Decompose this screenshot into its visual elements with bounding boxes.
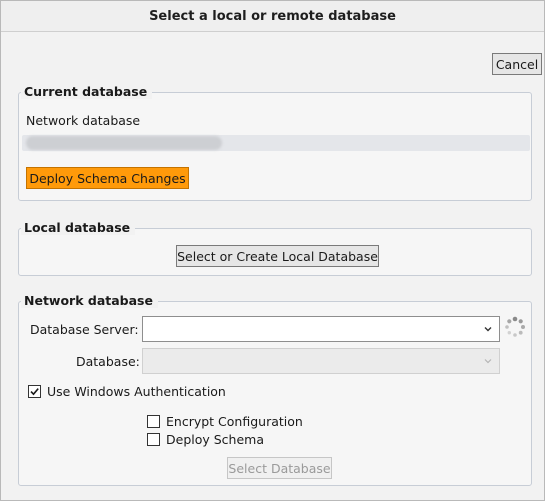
spinner-icon: [505, 316, 525, 337]
encrypt-configuration-option[interactable]: Encrypt Configuration: [147, 414, 303, 429]
deploy-schema-checkbox[interactable]: [147, 433, 160, 446]
database-server-label: Database Server:: [30, 322, 139, 337]
database-label: Database:: [76, 354, 140, 369]
network-database-group-label: Network database: [21, 293, 158, 308]
select-database-button[interactable]: Select Database: [227, 457, 332, 479]
deploy-schema-option[interactable]: Deploy Schema: [147, 432, 264, 447]
use-windows-authentication-option[interactable]: Use Windows Authentication: [28, 384, 226, 399]
redacted-connection-text: [26, 136, 222, 150]
current-database-group-label: Current database: [21, 84, 153, 99]
dialog-title: Select a local or remote database: [149, 8, 396, 24]
check-icon: [30, 388, 39, 396]
local-database-group-label: Local database: [21, 220, 136, 235]
database-combo[interactable]: [142, 348, 500, 374]
current-connection-string: [22, 135, 530, 151]
deploy-schema-changes-button[interactable]: Deploy Schema Changes: [26, 167, 189, 189]
use-windows-authentication-label: Use Windows Authentication: [47, 384, 226, 399]
deploy-schema-label: Deploy Schema: [166, 432, 264, 447]
dialog-titlebar: Select a local or remote database: [1, 1, 544, 32]
select-database-dialog: Select a local or remote database Cancel…: [0, 0, 545, 501]
cancel-button[interactable]: Cancel: [492, 53, 542, 75]
use-windows-authentication-checkbox[interactable]: [28, 385, 41, 398]
encrypt-configuration-checkbox[interactable]: [147, 415, 160, 428]
chevron-down-icon[interactable]: [483, 324, 493, 334]
database-server-combo[interactable]: [142, 316, 500, 342]
chevron-down-icon[interactable]: [483, 356, 493, 366]
current-connection-label: Network database: [26, 113, 141, 128]
encrypt-configuration-label: Encrypt Configuration: [166, 414, 303, 429]
select-create-local-database-button[interactable]: Select or Create Local Database: [176, 245, 379, 267]
